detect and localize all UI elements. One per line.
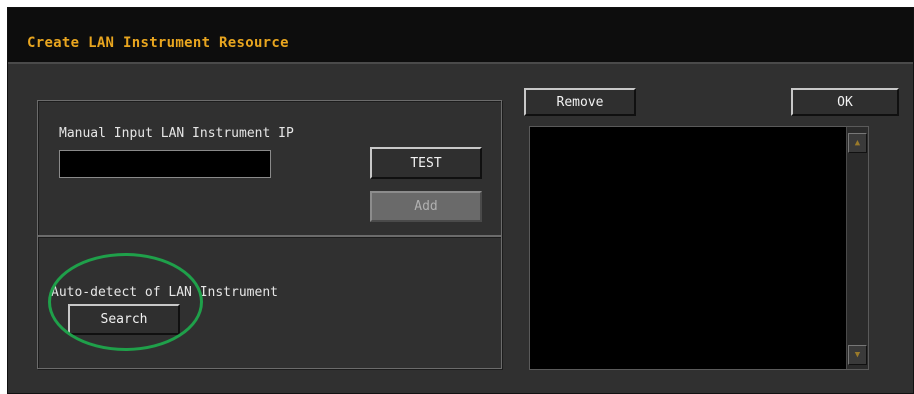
ok-button[interactable]: OK — [791, 88, 899, 116]
auto-detect-panel: Auto-detect of LAN Instrument Search — [37, 236, 502, 369]
manual-input-panel: Manual Input LAN Instrument IP TEST Add — [37, 100, 502, 236]
remove-button[interactable]: Remove — [524, 88, 636, 116]
test-button[interactable]: TEST — [370, 147, 482, 179]
auto-detect-label: Auto-detect of LAN Instrument — [51, 285, 278, 300]
ip-address-value — [60, 156, 64, 171]
search-button[interactable]: Search — [68, 304, 180, 335]
triangle-down-icon[interactable]: ▼ — [848, 345, 867, 365]
create-lan-resource-dialog: Create LAN Instrument Resource Manual In… — [7, 7, 914, 394]
add-button[interactable]: Add — [370, 191, 482, 222]
title-bar: Create LAN Instrument Resource — [8, 8, 913, 64]
dialog-title: Create LAN Instrument Resource — [27, 35, 289, 51]
ip-address-input[interactable] — [59, 150, 271, 178]
resource-list-scrollbar[interactable]: ▲ ▼ — [846, 127, 868, 369]
resource-list[interactable]: ▲ ▼ — [529, 126, 869, 370]
triangle-up-icon[interactable]: ▲ — [848, 133, 867, 153]
manual-input-label: Manual Input LAN Instrument IP — [59, 126, 294, 141]
